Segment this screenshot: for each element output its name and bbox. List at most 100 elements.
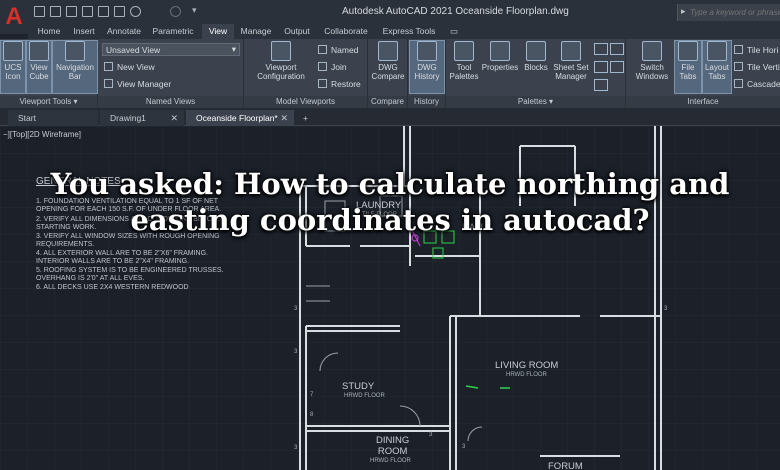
tab-collaborate[interactable]: Collaborate bbox=[318, 24, 374, 39]
doc-tab-oceanside-floorplan[interactable]: Oceanside Floorplan* ✕ bbox=[186, 110, 294, 126]
new-tab-plus-icon[interactable]: + bbox=[298, 110, 316, 126]
dwg-history-icon bbox=[417, 41, 437, 61]
floor-label-study: HRWD FLOOR bbox=[344, 393, 385, 399]
document-tab-bar: Start Drawing1 ✕ Oceanside Floorplan* ✕ + bbox=[0, 108, 780, 126]
room-label-study: STUDY bbox=[342, 381, 375, 392]
view-manager-icon bbox=[104, 79, 113, 88]
navigation-bar-button[interactable]: Navigation Bar bbox=[52, 40, 98, 94]
qat-dropdown-icon[interactable]: ▾ bbox=[192, 6, 203, 17]
view-cube-icon bbox=[29, 41, 49, 61]
panel-history: DWG History History bbox=[408, 39, 446, 108]
viewport-controls-label[interactable]: −][Top][2D Wireframe] bbox=[3, 130, 81, 139]
tile-vertically-button[interactable]: Tile Verti bbox=[734, 62, 780, 72]
palette-small-icon-1[interactable] bbox=[594, 43, 608, 55]
new-view-icon bbox=[104, 62, 113, 71]
dimension-label: 3 bbox=[294, 445, 298, 451]
panel-title: Model Viewports bbox=[244, 96, 367, 108]
tab-insert[interactable]: Insert bbox=[66, 24, 102, 39]
blocks-icon bbox=[526, 41, 546, 61]
blocks-button[interactable]: Blocks bbox=[521, 41, 551, 93]
sheet-set-manager-icon bbox=[561, 41, 581, 61]
view-cube-button[interactable]: View Cube bbox=[26, 40, 52, 94]
properties-button[interactable]: Properties bbox=[480, 41, 520, 93]
panel-interface: Switch Windows File Tabs Layout Tabs Til… bbox=[626, 39, 780, 108]
tab-home[interactable]: Home bbox=[32, 24, 66, 39]
room-label-living-room: LIVING ROOM bbox=[495, 360, 559, 371]
panel-title: Compare bbox=[368, 96, 407, 108]
ucs-icon bbox=[3, 41, 23, 61]
new-view-button[interactable]: New View bbox=[104, 62, 155, 72]
panel-title: Palettes ▾ bbox=[446, 96, 625, 108]
tile-horizontally-button[interactable]: Tile Hori bbox=[734, 45, 778, 55]
ucs-icon-button[interactable]: UCS Icon bbox=[0, 40, 26, 94]
panel-palettes: Tool Palettes Properties Blocks Sheet Se… bbox=[446, 39, 626, 108]
cascade-button[interactable]: Cascade bbox=[734, 79, 780, 89]
doc-tab-drawing1[interactable]: Drawing1 ✕ bbox=[100, 110, 184, 126]
file-tabs-button[interactable]: File Tabs bbox=[674, 40, 702, 94]
search-box[interactable]: ▸ bbox=[677, 4, 780, 21]
save-icon[interactable] bbox=[66, 6, 77, 17]
plot-icon[interactable] bbox=[114, 6, 125, 17]
join-viewports-button[interactable]: Join bbox=[318, 62, 347, 72]
tool-palettes-icon bbox=[454, 41, 474, 61]
palette-small-icon-2[interactable] bbox=[610, 43, 624, 55]
panel-title: History bbox=[408, 96, 445, 108]
publish-icon[interactable] bbox=[98, 6, 109, 17]
panel-model-viewports: Viewport Configuration Named Join Restor… bbox=[244, 39, 368, 108]
tab-view[interactable]: View bbox=[202, 24, 234, 39]
dimension-label: 7 bbox=[310, 392, 314, 398]
dwg-history-button[interactable]: DWG History bbox=[409, 40, 445, 94]
tile-horizontally-icon bbox=[734, 45, 743, 54]
palette-small-icon-4[interactable] bbox=[610, 61, 624, 73]
new-file-icon[interactable] bbox=[34, 6, 45, 17]
tab-parametric[interactable]: Parametric bbox=[146, 24, 200, 39]
title-bar: ▾ Autodesk AutoCAD 2021 Oceanside Floorp… bbox=[0, 0, 780, 24]
search-input[interactable] bbox=[690, 5, 780, 19]
dimension-label: 3 bbox=[664, 306, 668, 312]
window-title: Autodesk AutoCAD 2021 Oceanside Floorpla… bbox=[342, 6, 569, 17]
view-manager-button[interactable]: View Manager bbox=[104, 79, 171, 89]
redo-icon[interactable] bbox=[170, 6, 181, 17]
tab-annotate[interactable]: Annotate bbox=[102, 24, 146, 39]
doc-tab-start[interactable]: Start bbox=[8, 110, 98, 126]
close-icon[interactable]: ✕ bbox=[280, 110, 288, 126]
note-line: REQUIREMENTS. bbox=[36, 241, 95, 248]
tab-express-tools[interactable]: Express Tools bbox=[378, 24, 440, 39]
undo-icon[interactable] bbox=[130, 6, 141, 17]
panel-title: Viewport Tools ▾ bbox=[0, 96, 97, 108]
restore-viewports-button[interactable]: Restore bbox=[318, 79, 361, 89]
panel-named-views: Unsaved View ▾ New View View Manager Nam… bbox=[98, 39, 244, 108]
panel-title: Named Views bbox=[98, 96, 243, 108]
view-dropdown[interactable]: Unsaved View ▾ bbox=[102, 43, 240, 56]
panel-compare: DWG Compare Compare bbox=[368, 39, 408, 108]
tab-manage[interactable]: Manage bbox=[236, 24, 276, 39]
palette-small-icon-5[interactable] bbox=[594, 79, 608, 91]
tab-output[interactable]: Output bbox=[278, 24, 316, 39]
dimension-label: 3 bbox=[429, 432, 433, 438]
dwg-compare-icon bbox=[378, 41, 398, 61]
note-line: 6. ALL DECKS USE 2X4 WESTERN REDWOOD bbox=[36, 284, 189, 291]
file-tabs-icon bbox=[678, 41, 698, 61]
sheet-set-manager-button[interactable]: Sheet Set Manager bbox=[551, 41, 591, 93]
palette-small-icon-3[interactable] bbox=[594, 61, 608, 73]
panel-viewport-tools: UCS Icon View Cube Navigation Bar Viewpo… bbox=[0, 39, 98, 108]
named-viewports-button[interactable]: Named bbox=[318, 45, 358, 55]
ribbon-minimize-icon[interactable]: ▭ bbox=[444, 24, 464, 39]
viewport-configuration-icon bbox=[271, 41, 291, 61]
viewport-configuration-button[interactable]: Viewport Configuration bbox=[248, 41, 314, 93]
switch-windows-button[interactable]: Switch Windows bbox=[630, 41, 674, 93]
layout-tabs-button[interactable]: Layout Tabs bbox=[702, 40, 732, 94]
save-as-icon[interactable] bbox=[82, 6, 93, 17]
chevron-right-icon: ▸ bbox=[681, 7, 686, 17]
close-icon[interactable]: ✕ bbox=[170, 110, 178, 126]
ribbon: UCS Icon View Cube Navigation Bar Viewpo… bbox=[0, 39, 780, 108]
tool-palettes-button[interactable]: Tool Palettes bbox=[448, 41, 480, 93]
properties-icon bbox=[490, 41, 510, 61]
dimension-label: 3 bbox=[294, 306, 298, 312]
open-file-icon[interactable] bbox=[50, 6, 61, 17]
cascade-icon bbox=[734, 79, 743, 88]
app-menu-logo[interactable]: A bbox=[0, 0, 28, 34]
note-line: 5. ROOFING SYSTEM IS TO BE ENGINEERED TR… bbox=[36, 267, 224, 274]
dwg-compare-button[interactable]: DWG Compare bbox=[370, 41, 406, 93]
note-line: 4. ALL EXTERIOR WALL ARE TO BE 2"X6" FRA… bbox=[36, 250, 208, 257]
